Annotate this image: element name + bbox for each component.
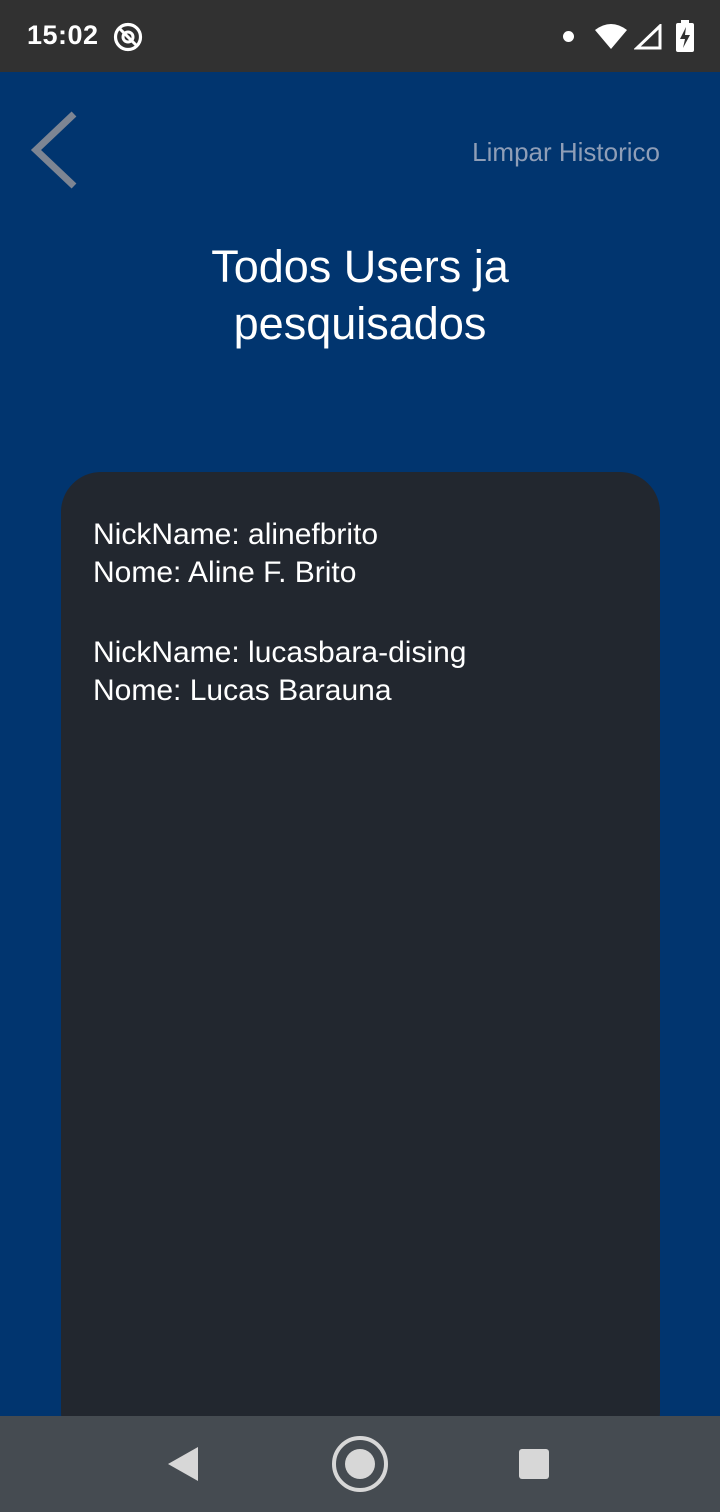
page-title: Todos Users ja pesquisados (0, 238, 720, 352)
status-bar: 15:02 (0, 0, 720, 72)
history-entry-name: Nome: Aline F. Brito (93, 556, 357, 589)
history-card: NickName: alinefbrito Nome: Aline F. Bri… (61, 472, 660, 1452)
status-time: 15:02 (27, 20, 99, 50)
history-entry: NickName: lucasbara-dising Nome: Lucas B… (93, 634, 628, 710)
signal-icon (634, 24, 662, 50)
notification-dot-icon (563, 31, 574, 42)
history-entry: NickName: alinefbrito Nome: Aline F. Bri… (93, 516, 628, 592)
wifi-icon (595, 24, 627, 49)
history-entry-nickname: NickName: alinefbrito (93, 518, 379, 551)
nav-home-icon[interactable] (331, 1435, 389, 1493)
clear-history-button[interactable]: Limpar Historico (472, 137, 660, 168)
nav-back-icon[interactable] (166, 1445, 200, 1483)
at-sign-icon (113, 22, 143, 52)
history-entry-name: Nome: Lucas Barauna (93, 674, 392, 707)
page-title-line-2: pesquisados (233, 298, 487, 349)
back-chevron-icon[interactable] (22, 104, 86, 196)
history-entry-nickname: NickName: lucasbara-dising (93, 636, 467, 669)
nav-recents-icon[interactable] (519, 1449, 549, 1479)
battery-charging-icon (676, 20, 694, 52)
page-title-line-1: Todos Users ja (211, 241, 509, 292)
